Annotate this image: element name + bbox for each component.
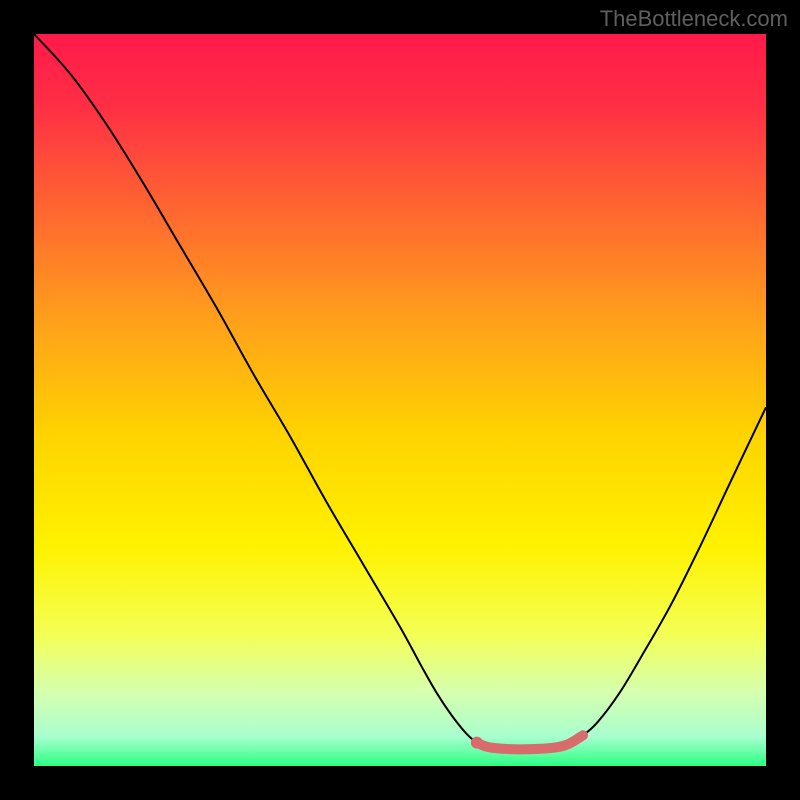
marker-group: [471, 737, 483, 749]
chart-container: TheBottleneck.com: [0, 0, 800, 800]
plot-area: [34, 34, 766, 766]
watermark-text: TheBottleneck.com: [600, 6, 788, 32]
optimal-start-dot: [471, 737, 483, 749]
bottleneck-chart: [0, 0, 800, 800]
